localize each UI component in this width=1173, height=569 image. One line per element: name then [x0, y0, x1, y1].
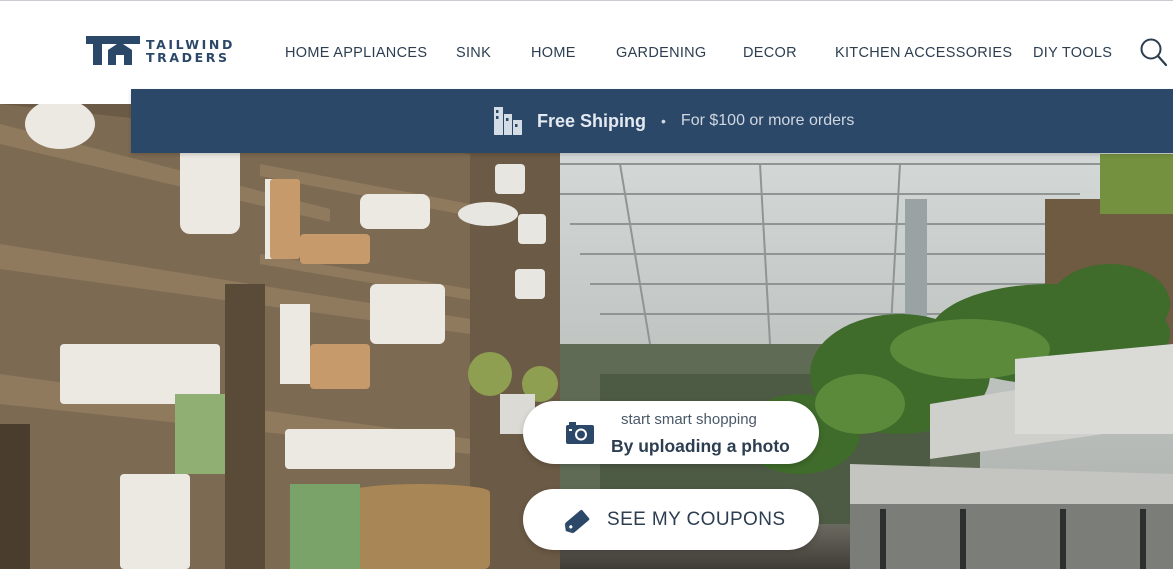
tag-icon: [564, 509, 590, 534]
building-icon: [494, 107, 522, 135]
nav-home-appliances[interactable]: HOME APPLIANCES: [285, 45, 427, 61]
search-icon[interactable]: [1138, 37, 1168, 67]
upload-hint-text: start smart shopping: [621, 411, 757, 428]
shipping-separator: •: [661, 113, 666, 129]
brand-line-1: TAILWIND: [146, 36, 235, 52]
nav-home[interactable]: HOME: [531, 45, 576, 61]
upload-label: By uploading a photo: [611, 436, 790, 456]
shipping-subtitle: For $100 or more orders: [680, 112, 855, 129]
nav-gardening[interactable]: GARDENING: [616, 45, 707, 61]
shipping-title: Free Shiping: [537, 110, 647, 131]
see-coupons-button[interactable]: SEE MY COUPONS: [523, 489, 819, 550]
logo-mark-icon: [86, 36, 140, 65]
coupons-label: SEE MY COUPONS: [607, 509, 786, 530]
upload-photo-button[interactable]: start smart shopping By uploading a phot…: [523, 401, 819, 464]
nav-decor[interactable]: DECOR: [743, 45, 797, 61]
nav-kitchen-accessories[interactable]: KITCHEN ACCESSORIES: [835, 45, 1012, 61]
camera-icon: [566, 422, 594, 444]
nav-sink[interactable]: SINK: [456, 45, 491, 61]
free-shipping-banner: Free Shiping • For $100 or more orders: [131, 89, 1173, 153]
nav-diy-tools[interactable]: DIY TOOLS: [1033, 45, 1112, 61]
brand-logo[interactable]: TAILWIND TRADERS: [86, 36, 235, 65]
brand-wordmark: TAILWIND TRADERS: [146, 38, 235, 64]
brand-line-2: TRADERS: [146, 49, 230, 65]
